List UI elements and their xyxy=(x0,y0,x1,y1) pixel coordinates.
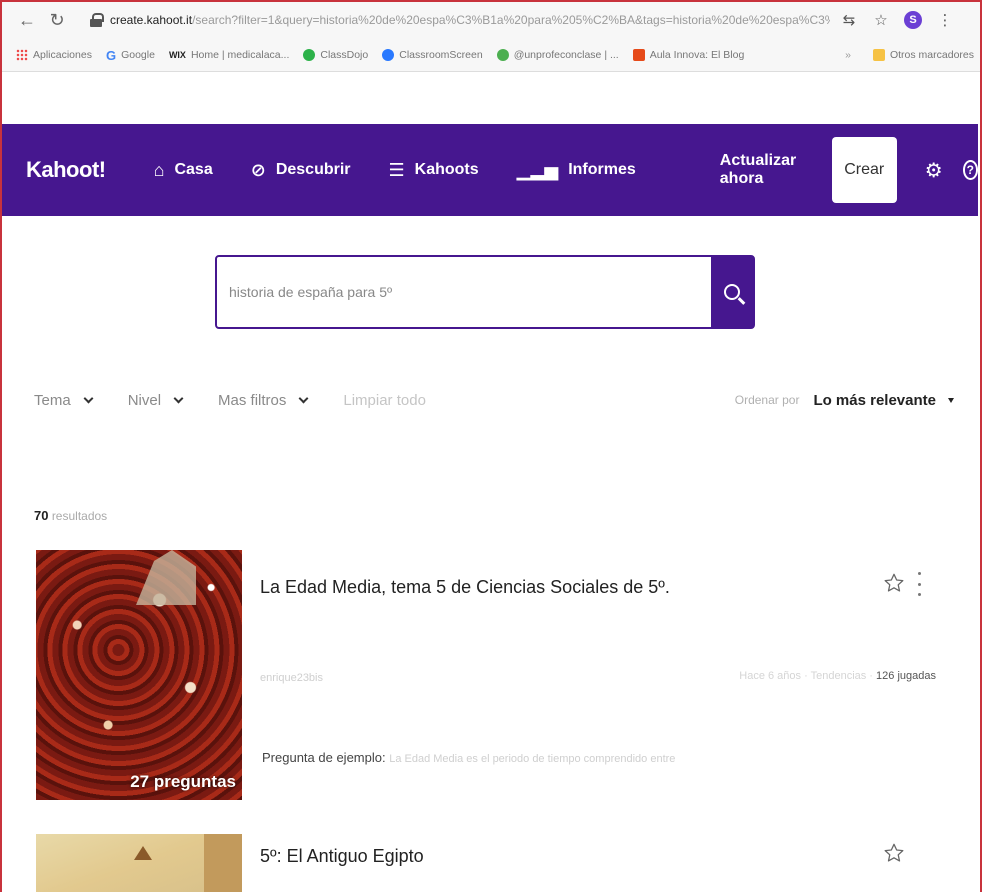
bar-chart-icon: ▁▂▅ xyxy=(516,159,559,180)
list-icon: ☰ xyxy=(388,159,405,180)
sort-label: Ordenar por xyxy=(734,393,800,407)
bookmark-apps[interactable]: Aplicaciones xyxy=(16,49,92,61)
kahoot-top-nav: Kahoot! ⌂ Casa ⊘ Descubrir ☰ Kahoots ▁▂▅ Inf… xyxy=(2,124,978,216)
filter-tema[interactable]: Tema xyxy=(34,392,94,409)
favorite-star-icon[interactable] xyxy=(883,842,905,864)
classroomscreen-icon xyxy=(382,49,395,61)
bookmark-home-medicalaca[interactable]: WIX Home | medicalaca... xyxy=(169,49,289,61)
nav-casa[interactable]: ⌂ Casa xyxy=(154,160,213,181)
translate-icon[interactable]: ⇆ xyxy=(840,11,858,29)
more-options-icon[interactable] xyxy=(916,572,922,596)
filter-nivel[interactable]: Nivel xyxy=(128,392,184,409)
address-bar-icons: ⇆ ☆ S ⋮ xyxy=(840,11,954,29)
chevron-down-icon xyxy=(298,393,309,403)
sample-question-label: Pregunta de ejemplo: xyxy=(262,750,386,765)
aula-innova-icon xyxy=(632,49,645,61)
clear-all-filters[interactable]: Limpiar todo xyxy=(343,392,426,409)
bookmark-classroomscreen[interactable]: ClassroomScreen xyxy=(382,49,483,61)
question-count-badge: 27 preguntas xyxy=(130,772,236,791)
kahoot-thumbnail[interactable] xyxy=(36,834,242,892)
wix-icon: WIX xyxy=(168,50,186,60)
search-input[interactable] xyxy=(217,257,711,327)
sample-question-text: La Edad Media es el periodo de tiempo co… xyxy=(389,753,676,765)
compass-icon: ⊘ xyxy=(250,159,266,180)
kahoot-author[interactable]: enrique23bis xyxy=(260,672,323,684)
google-icon: G xyxy=(105,47,117,63)
search-box xyxy=(215,255,755,329)
bookmark-other[interactable]: Otros marcadores xyxy=(872,49,974,61)
bookmark-google[interactable]: G Google xyxy=(106,48,155,63)
bookmark-classdojo[interactable]: ClassDojo xyxy=(303,49,368,61)
filters-bar: Tema Nivel Mas filtros Limpiar todo Orde… xyxy=(34,388,954,412)
settings-gear-icon[interactable]: ⚙ xyxy=(925,160,943,182)
create-button[interactable]: Crear xyxy=(831,137,897,203)
search-button[interactable] xyxy=(711,256,753,328)
bookmarks-bar: Aplicaciones G Google WIX Home | medicalac… xyxy=(2,38,980,72)
address-row: ← ↻ create.kahoot.it/search?filter=1&que… xyxy=(2,2,980,38)
lock-icon[interactable] xyxy=(90,13,104,27)
caret-down-icon xyxy=(948,397,954,403)
search-icon xyxy=(724,284,740,300)
bookmark-star-icon[interactable]: ☆ xyxy=(872,11,890,29)
back-arrow-icon[interactable]: ← xyxy=(12,5,42,35)
browser-chrome: ← ↻ create.kahoot.it/search?filter=1&que… xyxy=(2,2,980,72)
address-bar[interactable]: create.kahoot.it/search?filter=1&query=h… xyxy=(110,13,830,27)
kahoot-meta: Hace 6 años · Tendencias · 126 jugadas xyxy=(739,670,936,682)
kahoot-logo[interactable]: Kahoot! xyxy=(26,157,106,183)
result-card[interactable]: 5º: El Antiguo Egipto xyxy=(36,834,946,892)
nav-informes[interactable]: ▁▂▅ Informes xyxy=(517,160,636,181)
upgrade-now-link[interactable]: Actualizar ahora xyxy=(720,152,808,188)
url-path: /search?filter=1&query=historia%20de%20e… xyxy=(192,13,830,27)
kahoot-title[interactable]: 5º: El Antiguo Egipto xyxy=(260,846,424,867)
favorite-star-icon[interactable] xyxy=(883,572,905,594)
chevron-down-icon xyxy=(173,393,184,403)
gdrive-icon xyxy=(496,49,509,61)
apps-grid-icon xyxy=(16,49,28,61)
url-host: create.kahoot.it xyxy=(110,13,193,27)
nav-kahoots[interactable]: ☰ Kahoots xyxy=(389,160,479,181)
help-icon[interactable]: ? xyxy=(962,160,978,180)
browser-menu-icon[interactable]: ⋮ xyxy=(936,11,954,29)
filter-mas-filtros[interactable]: Mas filtros xyxy=(218,392,309,409)
sort-value: Lo más relevante xyxy=(813,391,936,409)
nav-descubrir[interactable]: ⊘ Descubrir xyxy=(251,160,351,181)
bookmark-unprofeconclase[interactable]: @unprofeconclase | ... xyxy=(496,49,619,61)
plays-count: 126 jugadas xyxy=(876,670,936,682)
classdojo-icon xyxy=(303,49,316,61)
kahoot-title[interactable]: La Edad Media, tema 5 de Ciencias Social… xyxy=(260,577,670,598)
reload-icon[interactable]: ↻ xyxy=(42,5,72,35)
sample-question: Pregunta de ejemplo: La Edad Media es el… xyxy=(262,750,675,765)
bookmark-aula-innova[interactable]: Aula Innova: El Blog xyxy=(632,49,744,61)
chevron-down-icon xyxy=(83,393,94,403)
folder-icon xyxy=(872,49,885,61)
result-card[interactable]: 27 preguntas La Edad Media, tema 5 de Ci… xyxy=(36,550,946,800)
home-icon: ⌂ xyxy=(153,159,165,180)
sort-control[interactable]: Ordenar por Lo más relevante xyxy=(735,392,954,409)
bookmarks-overflow-icon[interactable]: » xyxy=(845,49,851,61)
results-count: 70 resultados xyxy=(34,508,108,523)
kahoot-thumbnail[interactable]: 27 preguntas xyxy=(36,550,242,800)
profile-avatar[interactable]: S xyxy=(904,11,922,29)
